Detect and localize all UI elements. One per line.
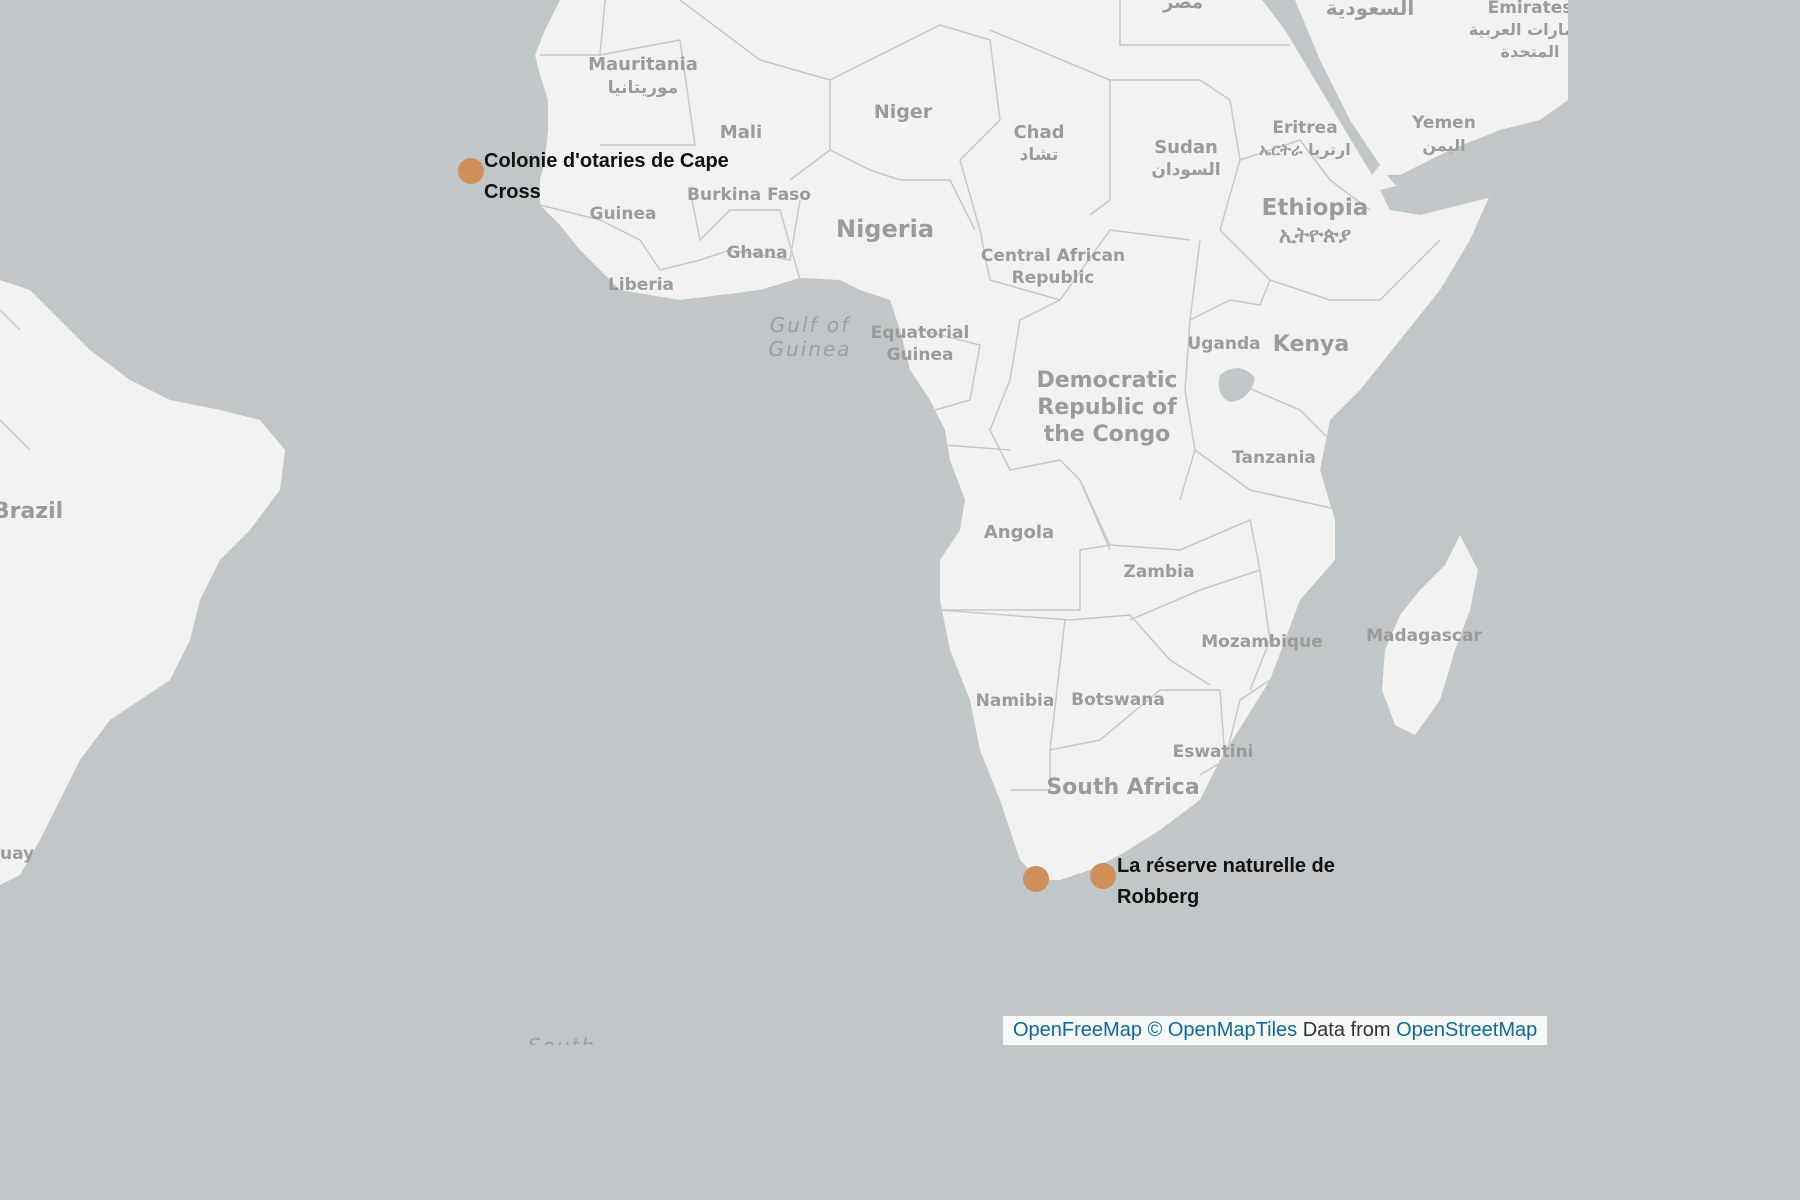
country-label-nigeria: Nigeria xyxy=(836,215,934,243)
country-label-mozambique: Mozambique xyxy=(1201,632,1322,652)
country-label-uganda: Uganda xyxy=(1187,334,1260,354)
attribution-text-data-from: Data from xyxy=(1302,1019,1391,1041)
map-svg: Mauritania موريتانيا Mali Niger Chad تشا… xyxy=(0,0,1568,1045)
marker-label-cape-cross-line1: Colonie d'otaries de Cape xyxy=(484,150,729,172)
water-labels: Gulf of Guinea South xyxy=(528,313,852,1045)
country-native-uae-line1: الإمارات العربية xyxy=(1469,20,1568,39)
country-label-botswana: Botswana xyxy=(1071,690,1165,710)
country-label-sudan: Sudan xyxy=(1154,137,1218,158)
country-label-zambia: Zambia xyxy=(1124,562,1195,582)
country-label-eswatini: Eswatini xyxy=(1173,742,1254,762)
country-label-south-africa: South Africa xyxy=(1046,775,1199,800)
country-native-chad: تشاد xyxy=(1020,145,1059,165)
water-label-gulf-of-guinea-line1: Gulf of xyxy=(770,313,851,337)
country-label-namibia: Namibia xyxy=(976,691,1055,711)
south-america-landmass xyxy=(0,280,285,885)
marker-label-robberg-line2: Robberg xyxy=(1117,886,1199,908)
country-native-yemen: اليمن xyxy=(1422,136,1465,155)
water-label-south: South xyxy=(528,1034,596,1045)
country-label-angola: Angola xyxy=(984,522,1054,543)
map-canvas[interactable]: Mauritania موريتانيا Mali Niger Chad تشا… xyxy=(0,0,1568,1045)
country-label-mali: Mali xyxy=(720,122,762,143)
country-label-eritrea: Eritrea xyxy=(1272,118,1337,138)
map-attribution: OpenFreeMap © OpenMapTiles Data from Ope… xyxy=(1003,1016,1548,1045)
country-label-burkina-faso: Burkina Faso xyxy=(687,185,811,205)
country-native-sudan: السودان xyxy=(1151,160,1220,180)
country-label-guinea: Guinea xyxy=(590,204,657,224)
country-label-yemen: Yemen xyxy=(1411,113,1476,133)
country-label-car-line1: Central African xyxy=(981,246,1125,266)
country-label-uae: Emirates xyxy=(1488,0,1568,18)
country-native-ethiopia: ኢትዮጵያ xyxy=(1279,223,1352,247)
country-label-chad: Chad xyxy=(1013,122,1064,143)
country-native-uae-line2: المتحدة xyxy=(1501,42,1560,61)
country-native-mauritania: موريتانيا xyxy=(608,78,678,98)
country-label-egypt-native: مصر xyxy=(1162,0,1203,13)
attribution-link-openmaptiles[interactable]: © OpenMapTiles xyxy=(1148,1019,1298,1041)
water-label-gulf-of-guinea-line2: Guinea xyxy=(769,337,852,361)
country-label-uruguay-partial: uay xyxy=(0,844,34,864)
country-label-mauritania: Mauritania xyxy=(588,54,698,75)
country-label-brazil: Brazil xyxy=(0,499,63,524)
country-native-eritrea: ኤርትራ ارتريا xyxy=(1259,140,1350,159)
country-label-drc-line2: Republic of xyxy=(1037,395,1177,420)
country-label-kenya: Kenya xyxy=(1273,332,1349,357)
marker-label-cape-cross-line2: Cross xyxy=(484,181,541,203)
country-label-tanzania: Tanzania xyxy=(1232,448,1316,468)
country-label-eqguinea-line1: Equatorial xyxy=(871,323,970,343)
map-marker-cape-cross[interactable] xyxy=(458,158,484,184)
map-marker-cape-town[interactable] xyxy=(1023,866,1049,892)
country-label-drc-line1: Democratic xyxy=(1036,368,1177,393)
country-label-liberia: Liberia xyxy=(608,275,674,295)
country-label-car-line2: Republic xyxy=(1012,268,1095,288)
country-label-ghana: Ghana xyxy=(726,243,787,263)
marker-label-robberg-line1: La réserve naturelle de xyxy=(1117,855,1335,877)
attribution-link-openfreemap[interactable]: OpenFreeMap xyxy=(1013,1019,1142,1041)
country-label-saudi-native: السعودية xyxy=(1326,0,1414,20)
country-label-eqguinea-line2: Guinea xyxy=(887,345,954,365)
country-label-niger: Niger xyxy=(874,101,933,123)
country-label-drc-line3: the Congo xyxy=(1044,422,1171,447)
map-marker-robberg[interactable] xyxy=(1090,863,1116,889)
attribution-link-openstreetmap[interactable]: OpenStreetMap xyxy=(1396,1019,1537,1041)
country-label-ethiopia: Ethiopia xyxy=(1262,195,1369,221)
country-label-madagascar: Madagascar xyxy=(1366,626,1482,646)
